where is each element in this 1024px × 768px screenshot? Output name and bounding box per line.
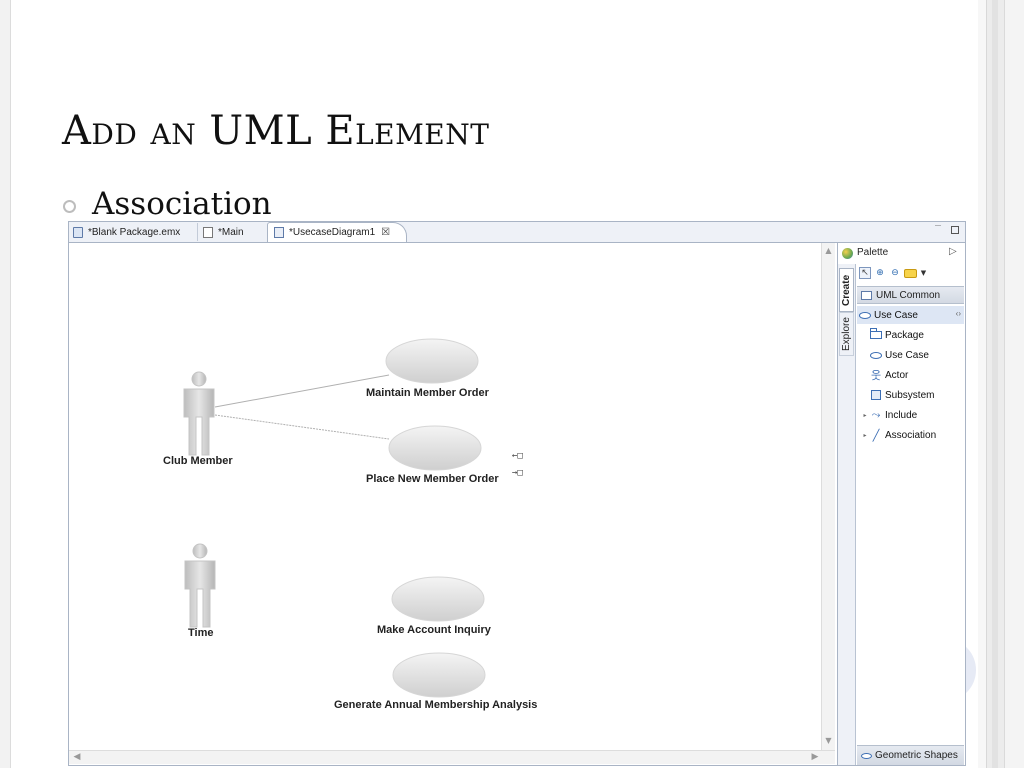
drawer-icon <box>861 290 872 300</box>
usecase-icon <box>859 311 871 319</box>
actor-icon: 웃 <box>870 370 882 382</box>
stack-usecase[interactable]: Use Case ‹› <box>857 306 964 324</box>
stack-expand-icon[interactable]: ‹› <box>956 309 961 318</box>
tab-blank-package[interactable]: *Blank Package.emx <box>71 223 197 241</box>
palette-item-label: Actor <box>885 369 909 381</box>
slide-frame-right <box>978 0 1024 768</box>
slide-frame-left <box>0 0 11 768</box>
note-icon[interactable] <box>904 268 917 278</box>
usecase-place-new-member-order[interactable] <box>388 425 482 471</box>
zoom-out-icon[interactable]: ⊖ <box>889 267 901 279</box>
file-icon <box>203 226 213 238</box>
palette-item-usecase[interactable]: Use Case <box>857 346 964 364</box>
tab-label: *Main <box>218 226 244 238</box>
tab-create[interactable]: Create <box>839 268 854 312</box>
expand-icon[interactable]: ▸ <box>861 412 869 419</box>
actor-time[interactable] <box>184 543 216 628</box>
tab-label: *Blank Package.emx <box>88 226 181 238</box>
palette-item-package[interactable]: Package <box>857 326 964 344</box>
tab-main[interactable]: *Main <box>197 223 261 241</box>
package-icon <box>870 328 882 339</box>
scroll-down-icon[interactable]: ▼ <box>823 735 834 747</box>
usecase-label: Place New Member Order <box>366 473 499 485</box>
palette-panel: Palette ▷ Create Explore ↖ ⊕ ⊖ ▼ UML Com… <box>837 243 965 765</box>
usecase-icon <box>870 351 882 359</box>
ide-window: *Blank Package.emx *Main *UsecaseDiagram… <box>68 221 966 766</box>
diagram-file-icon <box>274 227 284 238</box>
palette-header[interactable]: Palette ▷ <box>838 246 964 262</box>
diagram-drawing <box>183 338 486 698</box>
include-icon: ⤳ <box>871 408 881 421</box>
usecase-maintain-member-order[interactable] <box>385 338 479 384</box>
connection-handle-outgoing[interactable]: →□ <box>512 468 523 478</box>
palette-vertical-tabs: Create Explore <box>838 264 856 765</box>
usecase-label: Make Account Inquiry <box>377 624 491 636</box>
usecase-generate-annual-analysis[interactable] <box>392 652 486 698</box>
minimize-icon[interactable]: ‾ <box>935 225 941 236</box>
usecase-make-account-inquiry[interactable] <box>391 576 485 622</box>
palette-item-subsystem[interactable]: Subsystem <box>857 386 964 404</box>
association-icon: ╱ <box>872 429 880 442</box>
dropdown-icon[interactable]: ▼ <box>920 267 927 279</box>
palette-body: ↖ ⊕ ⊖ ▼ UML Common Use Case ‹› Package U… <box>857 264 964 765</box>
diagram-canvas[interactable]: Club Member Time Maintain Member Order P… <box>69 243 821 750</box>
close-tab-icon[interactable]: ☒ <box>381 227 390 238</box>
zoom-in-icon[interactable]: ⊕ <box>874 267 886 279</box>
horizontal-scrollbar[interactable]: ◀ ▶ <box>69 750 835 764</box>
scroll-left-icon[interactable]: ◀ <box>71 751 83 764</box>
palette-item-include[interactable]: ▸ ⤳ Include <box>857 406 964 424</box>
actor-label: Time <box>188 627 214 639</box>
palette-item-association[interactable]: ▸ ╱ Association <box>857 426 964 444</box>
vertical-scrollbar[interactable]: ▲ ▼ <box>821 243 835 750</box>
slide-title: Add an UML Element <box>62 108 490 154</box>
connection-handle-incoming[interactable]: ←□ <box>512 451 523 461</box>
model-file-icon <box>73 226 83 238</box>
palette-title: Palette <box>857 247 889 258</box>
palette-item-label: Association <box>885 429 937 441</box>
actor-club-member[interactable] <box>183 371 215 456</box>
palette-item-label: Subsystem <box>885 389 935 401</box>
expand-icon[interactable]: ▸ <box>861 432 869 439</box>
tab-explore[interactable]: Explore <box>839 312 854 356</box>
collapse-palette-icon[interactable]: ▷ <box>949 246 957 257</box>
scroll-up-icon[interactable]: ▲ <box>823 245 834 257</box>
select-arrow-icon[interactable]: ↖ <box>859 267 871 279</box>
drawer-label: Geometric Shapes <box>875 750 958 761</box>
drawer-uml-common[interactable]: UML Common <box>857 286 964 304</box>
usecase-label: Generate Annual Membership Analysis <box>334 699 538 711</box>
subsystem-icon <box>871 390 881 400</box>
editor-tab-bar: *Blank Package.emx *Main *UsecaseDiagram… <box>69 222 965 243</box>
drawer-label: UML Common <box>876 289 941 301</box>
association-line[interactable] <box>214 374 390 408</box>
bullet-text: Association <box>92 186 272 222</box>
palette-item-actor[interactable]: 웃 Actor <box>857 366 964 384</box>
stack-label: Use Case <box>874 309 918 321</box>
palette-item-label: Include <box>885 409 918 421</box>
maximize-icon[interactable] <box>951 226 959 234</box>
usecase-label: Maintain Member Order <box>366 387 489 399</box>
association-line[interactable] <box>214 414 390 440</box>
palette-icon <box>842 248 853 259</box>
tab-label: *UsecaseDiagram1 <box>289 227 376 238</box>
palette-item-label: Package <box>885 329 924 341</box>
palette-toolbar: ↖ ⊕ ⊖ ▼ <box>857 264 964 282</box>
actor-label: Club Member <box>163 455 233 467</box>
drawer-geometric-shapes[interactable]: Geometric Shapes <box>857 745 964 765</box>
scroll-right-icon[interactable]: ▶ <box>809 751 821 764</box>
bullet-icon <box>63 200 76 213</box>
palette-item-label: Use Case <box>885 349 929 361</box>
tab-usecase-diagram[interactable]: *UsecaseDiagram1 ☒ <box>267 222 407 242</box>
shape-icon <box>861 752 872 759</box>
